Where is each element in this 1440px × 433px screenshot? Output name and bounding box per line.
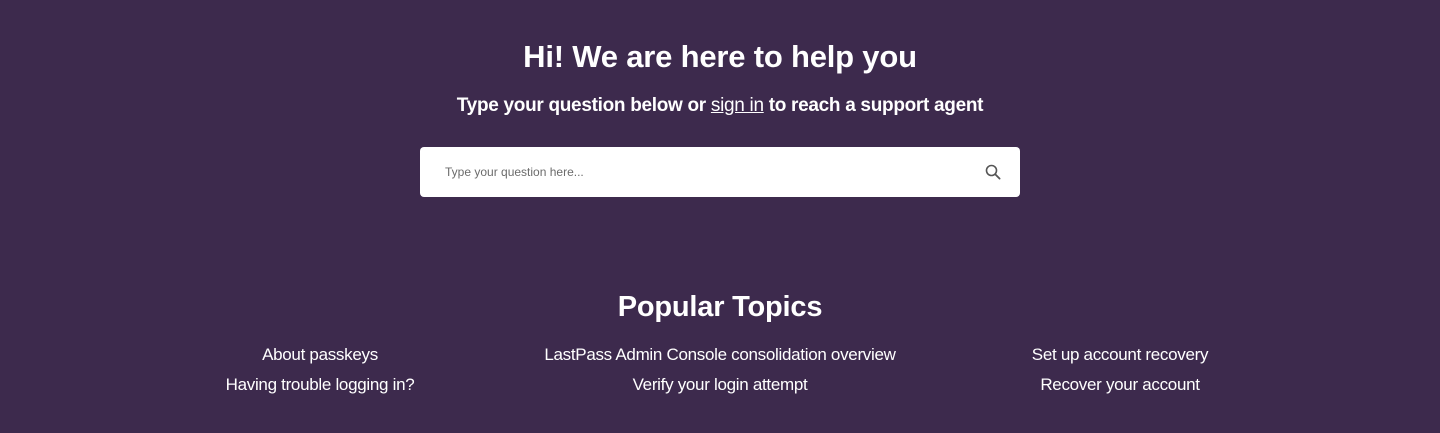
topic-link-admin-console-consolidation[interactable]: LastPass Admin Console consolidation ove… [500, 340, 940, 370]
topics-column-1: About passkeys Having trouble logging in… [100, 340, 540, 400]
topic-link-about-passkeys[interactable]: About passkeys [100, 340, 540, 370]
page-title: Hi! We are here to help you [523, 39, 917, 74]
sign-in-link[interactable]: sign in [711, 95, 764, 116]
topics-column-2: LastPass Admin Console consolidation ove… [500, 340, 940, 400]
topic-link-trouble-logging-in[interactable]: Having trouble logging in? [100, 370, 540, 400]
search-icon [985, 164, 1001, 180]
help-center-hero: Hi! We are here to help you Type your qu… [0, 0, 1440, 433]
popular-topics-title: Popular Topics [617, 291, 823, 323]
subtitle-text-before: Type your question below or [456, 95, 711, 116]
search-button[interactable] [980, 159, 1006, 185]
topics-column-3: Set up account recovery Recover your acc… [900, 340, 1340, 400]
search-box [420, 147, 1020, 197]
hero-subtitle: Type your question below or sign in to r… [0, 93, 1440, 119]
topic-link-recover-your-account[interactable]: Recover your account [900, 370, 1340, 400]
topic-link-verify-login-attempt[interactable]: Verify your login attempt [500, 370, 940, 400]
topic-link-set-up-account-recovery[interactable]: Set up account recovery [900, 340, 1340, 370]
search-input[interactable] [420, 147, 970, 197]
subtitle-text-after: to reach a support agent [763, 95, 984, 116]
